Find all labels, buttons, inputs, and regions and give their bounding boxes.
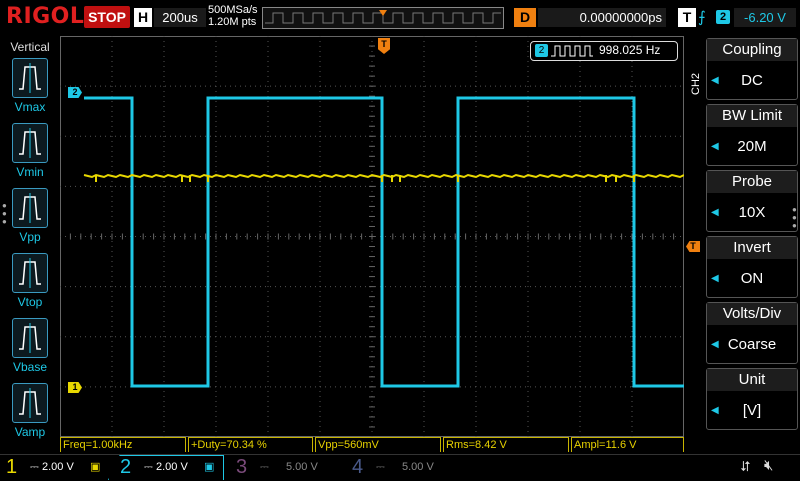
trigger-label: T [678, 8, 696, 27]
panel-scroll-dots-icon: ● ● ● [2, 201, 7, 226]
channel-3-scale[interactable]: 5.00 V [286, 460, 318, 474]
memory-waveform-preview [265, 10, 501, 24]
delay-value[interactable]: 0.00000000ps [538, 8, 666, 27]
channel-coupling: ⎓ [260, 460, 269, 474]
waveform-display[interactable] [60, 36, 684, 437]
measurement-readout: Vpp=560mV [315, 437, 441, 452]
measure-vamp-label: Vamp [14, 425, 46, 439]
menu-item-value: Coarse [727, 336, 777, 353]
menu-unit-softkey[interactable]: Unit ◀ [V] [706, 368, 798, 430]
measure-vbase-button[interactable] [12, 318, 48, 358]
menu-volts-div-softkey[interactable]: Volts/Div ◀ Coarse [706, 302, 798, 364]
sample-rate-info: 500MSa/s 1.20M pts [208, 4, 258, 28]
dc-coupling-icon: ⎓ [30, 461, 39, 473]
menu-bw-limit-softkey[interactable]: BW Limit ◀ 20M [706, 104, 798, 166]
measure-vbase-label: Vbase [12, 360, 48, 374]
square-wave-icon [551, 45, 593, 57]
delay-label: D [514, 8, 536, 27]
brand-logo: RIGOL [6, 4, 85, 29]
measure-vamp-button[interactable] [12, 383, 48, 423]
measure-vpp-label: Vpp [19, 230, 41, 244]
sample-rate: 500MSa/s [208, 4, 258, 16]
memory-depth: 1.20M pts [208, 16, 257, 28]
timebase-value[interactable]: 200us [154, 8, 206, 27]
channel-4-button[interactable]: 4 [352, 456, 363, 478]
horizontal-label: H [134, 8, 152, 27]
channel-2-scale[interactable]: 2.00 V [156, 460, 188, 474]
menu-item-title: Invert [707, 237, 797, 259]
trigger-source-badge: 2 [716, 10, 730, 24]
counter-value: 998.025 Hz [599, 43, 661, 57]
channel-4-scale[interactable]: 5.00 V [402, 460, 434, 474]
menu-item-value: 20M [737, 138, 767, 155]
measurement-readout: Rms=8.42 V [443, 437, 569, 452]
menu-item-title: Probe [707, 171, 797, 193]
menu-item-title: BW Limit [707, 105, 797, 127]
measurement-readout: Freq=1.00kHz [60, 437, 186, 452]
frequency-counter[interactable]: 2 998.025 Hz [530, 41, 678, 61]
menu-item-value: DC [741, 72, 763, 89]
menu-item-title: Unit [707, 369, 797, 391]
trigger-level-marker[interactable]: T [686, 241, 700, 252]
channel-1-button[interactable]: 1 [6, 456, 17, 478]
usb-icon: ⮃ [740, 458, 752, 474]
run-stop-button[interactable]: STOP [84, 6, 130, 28]
measure-vpp-button[interactable] [12, 188, 48, 228]
measure-vtop-label: Vtop [17, 295, 43, 309]
menu-channel-tag: CH2 [690, 72, 702, 95]
dc-coupling-icon: ⎓ [260, 461, 269, 473]
menu-item-value: ON [740, 270, 764, 287]
measurement-readout-bar: Freq=1.00kHz +Duty=70.34 % Vpp=560mV Rms=8.… [60, 437, 684, 453]
measurement-readout: Ampl=11.6 V [571, 437, 684, 452]
menu-scroll-dots-icon: ● ● ● [792, 205, 797, 230]
measure-vmin-button[interactable] [12, 123, 48, 163]
channel-3-button[interactable]: 3 [236, 456, 247, 478]
measure-vmax-label: Vmax [14, 100, 46, 114]
trigger-level-value[interactable]: -6.20 V [734, 8, 796, 27]
dc-coupling-icon: ⎓ [144, 461, 153, 473]
vbase-waveform-icon [19, 323, 41, 353]
vamp-waveform-icon [19, 388, 41, 418]
vmin-waveform-icon [19, 128, 41, 158]
counter-channel-badge: 2 [535, 44, 548, 57]
vmax-waveform-icon [19, 63, 41, 93]
sound-muted-icon[interactable]: 🔇︎ [764, 457, 773, 474]
menu-item-title: Volts/Div [707, 303, 797, 325]
measurement-readout: +Duty=70.34 % [188, 437, 313, 452]
memory-position-bar[interactable] [262, 7, 504, 29]
rising-edge-icon: ⨍ [698, 9, 706, 26]
bandwidth-limit-icon: ▣ [204, 461, 215, 473]
channel-coupling: ⎓ [30, 460, 39, 474]
menu-probe-softkey[interactable]: Probe ◀ 10X [706, 170, 798, 232]
menu-invert-softkey[interactable]: Invert ◀ ON [706, 236, 798, 298]
menu-item-value: [V] [742, 402, 762, 419]
menu-item-title: Coupling [707, 39, 797, 61]
channel-1-scale[interactable]: 2.00 V [42, 460, 74, 474]
channel-menu: Coupling ◀ DC BW Limit ◀ 20M Probe ◀ 10X Invert ◀ O… [706, 38, 800, 434]
dc-coupling-icon: ⎓ [376, 461, 385, 473]
channel-coupling: ⎓ [376, 460, 385, 474]
measure-vmax-button[interactable] [12, 58, 48, 98]
menu-coupling-softkey[interactable]: Coupling ◀ DC [706, 38, 798, 100]
measure-panel-title: Vertical [10, 40, 50, 54]
bandwidth-limit-icon: ▣ [90, 461, 101, 473]
menu-item-value: 10X [738, 204, 766, 221]
vpp-waveform-icon [19, 193, 41, 223]
channel-coupling: ⎓ [144, 460, 153, 474]
vtop-waveform-icon [19, 258, 41, 288]
channel-2-button[interactable]: 2 [120, 456, 131, 478]
measure-vtop-button[interactable] [12, 253, 48, 293]
measure-vmin-label: Vmin [16, 165, 44, 179]
